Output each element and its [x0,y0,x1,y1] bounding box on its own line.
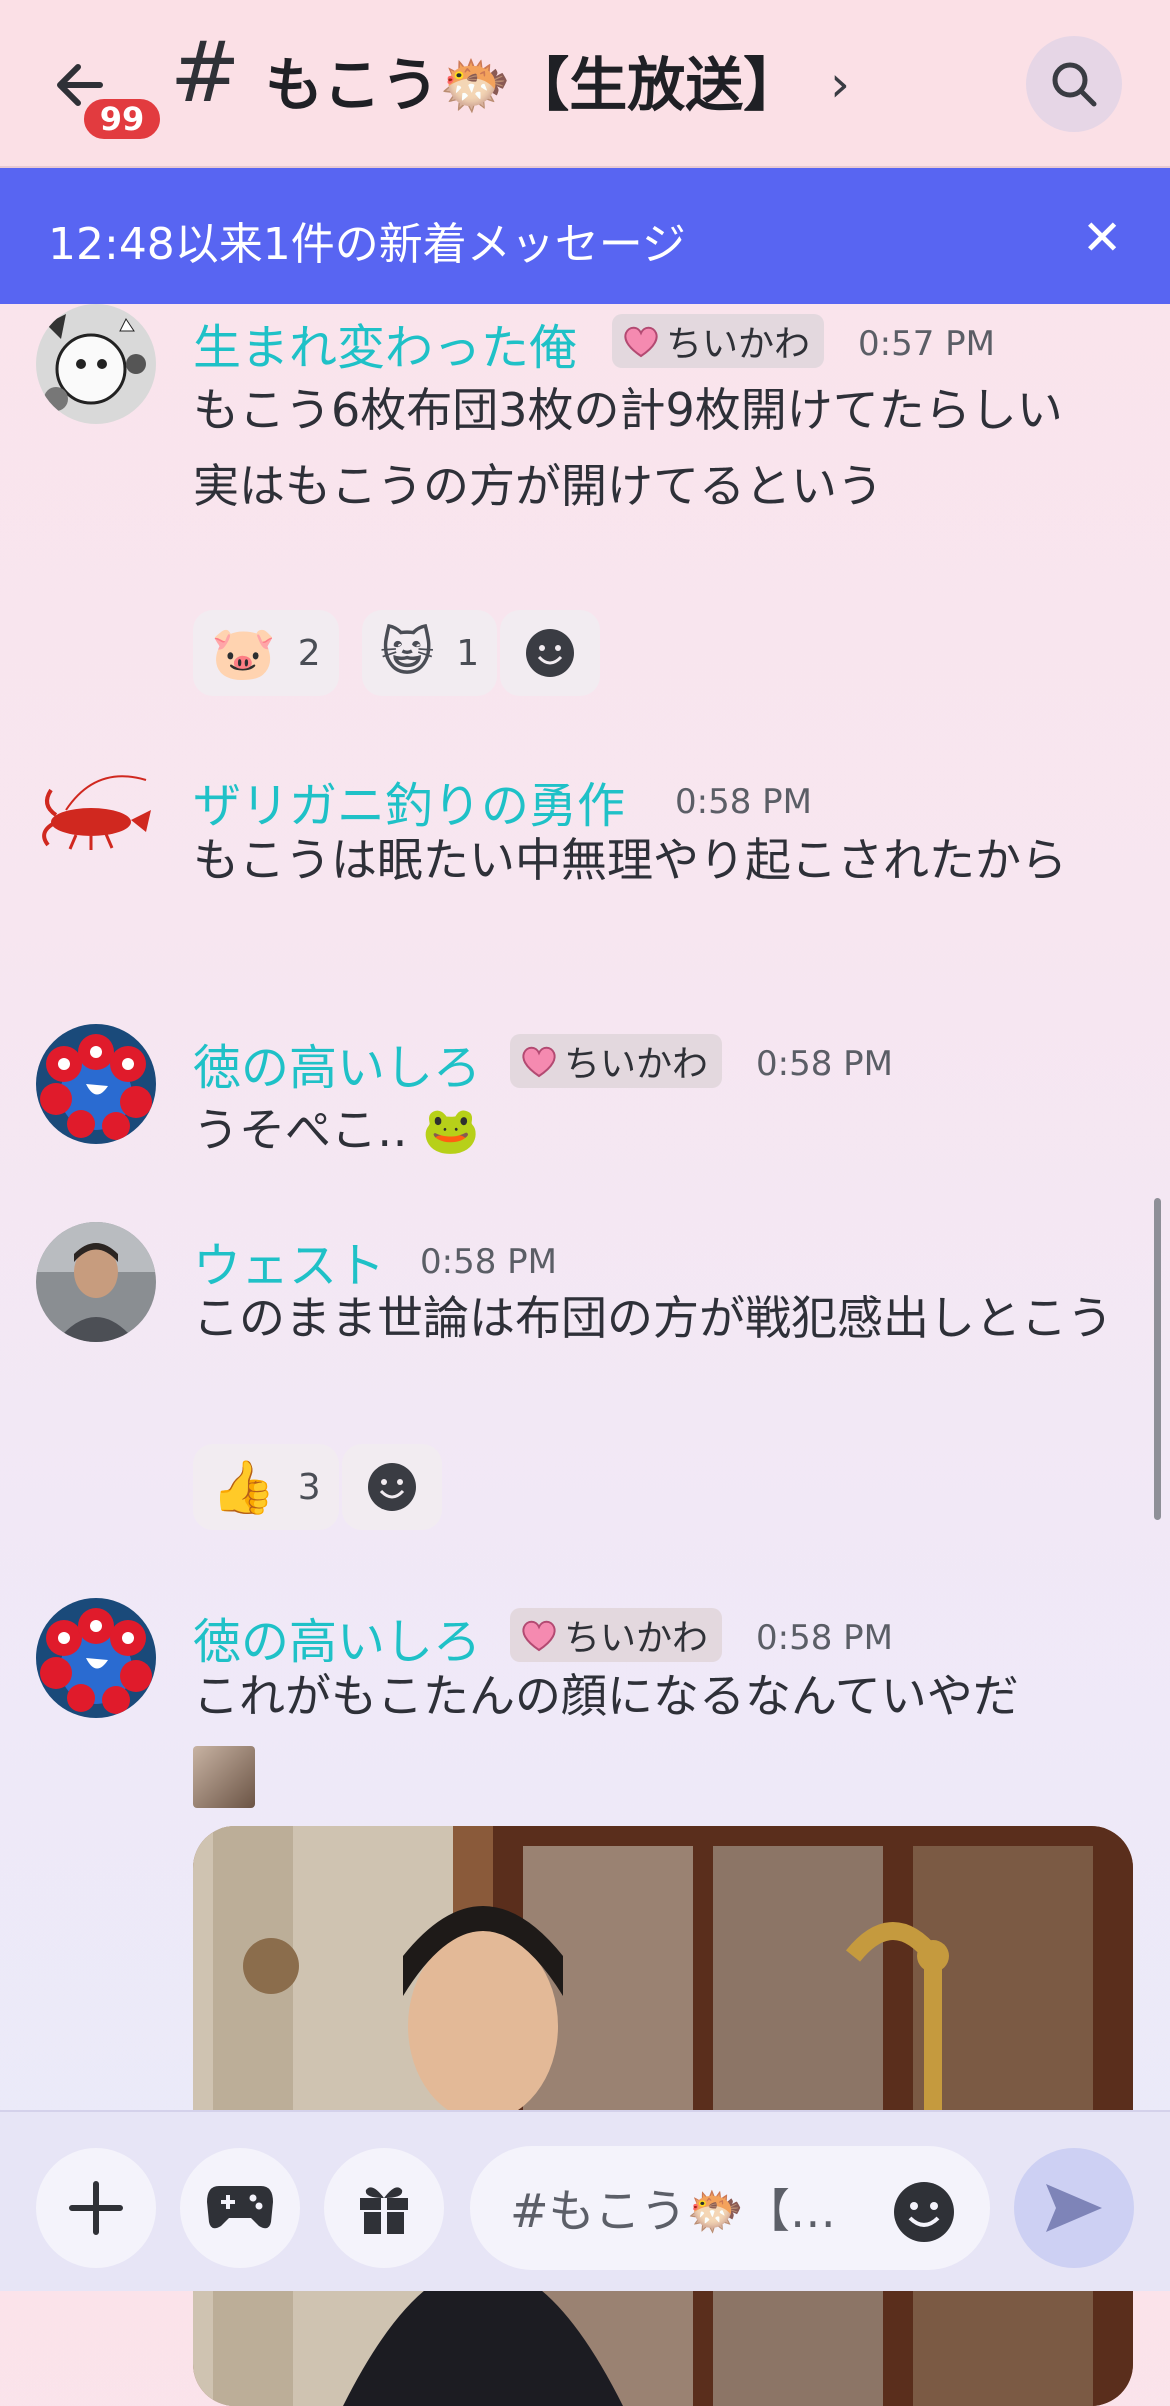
channel-title[interactable]: もこう🐡【生放送】 [265,38,801,122]
close-icon[interactable]: ✕ [1082,210,1122,266]
avatar[interactable] [36,304,156,424]
message-text-body: うそぺこ‥ [193,1103,408,1157]
thumbs-up-emoji-icon: 👍 [211,1457,276,1518]
message-text: もこうは眠たい中無理やり起こされたから [193,833,1067,887]
reaction-pig[interactable]: 🐷 2 [193,610,339,696]
heart-icon [522,1620,556,1652]
chevron-right-icon[interactable]: › [830,55,850,113]
reaction-anime-girl[interactable]: 😺 1 [362,610,498,696]
message-text: もこう6枚布団3枚の計9枚開けてたらしい 実はもこうの方が開けてるという [193,383,1063,513]
avatar[interactable] [36,1222,156,1342]
frog-emoji-icon: 🐸 [422,1103,480,1157]
channel-hash-icon: # [170,23,241,121]
new-messages-text: 12:48以来1件の新着メッセージ [48,219,686,270]
gift-button[interactable] [324,2148,444,2268]
role-label: ちいかわ [666,324,811,365]
timestamp: 0:57 PM [858,324,995,364]
emoji-icon [894,2182,954,2242]
pig-emoji-icon: 🐷 [211,623,276,684]
timestamp: 0:58 PM [756,1044,893,1084]
message-input-placeholder: #もこう🐡【… [510,2184,836,2238]
unread-badge: 99 [80,95,164,143]
heart-icon [522,1046,556,1078]
emoji-icon [368,1463,416,1511]
composer-bar: #もこう🐡【… [0,2110,1170,2291]
avatar[interactable] [36,760,156,880]
reaction-count: 2 [297,632,321,674]
heart-icon [624,326,658,358]
message-text: うそぺこ‥ 🐸 [193,1092,1113,1168]
plus-icon [69,2181,123,2235]
username[interactable]: 生まれ変わった俺 [193,308,577,378]
timestamp: 0:58 PM [420,1242,557,1282]
role-tag[interactable]: ちいかわ [510,1608,723,1662]
add-attachment-button[interactable] [36,2148,156,2268]
add-reaction-button[interactable] [500,610,600,696]
gamepad-icon [207,2186,273,2229]
avatar[interactable] [36,1598,156,1718]
avatar[interactable] [36,1024,156,1144]
timestamp: 0:58 PM [756,1618,893,1658]
gift-icon [360,2187,408,2234]
new-messages-banner[interactable]: 12:48以来1件の新着メッセージ ✕ [0,168,1170,304]
scrollbar[interactable] [1154,1198,1161,1520]
reaction-thumbs-up[interactable]: 👍 3 [193,1444,339,1530]
send-icon [1046,2184,1102,2232]
role-label: ちいかわ [564,1618,709,1659]
inline-image-thumbnail[interactable] [193,1746,255,1808]
search-icon [1052,62,1097,107]
role-tag[interactable]: ちいかわ [510,1034,723,1088]
send-button[interactable] [1014,2148,1134,2268]
emoji-icon [526,629,574,677]
games-button[interactable] [180,2148,300,2268]
message-text: このまま世論は布団の方が戦犯感出しとこう [193,1291,1113,1345]
timestamp: 0:58 PM [675,782,812,822]
role-label: ちいかわ [564,1044,709,1085]
reaction-count: 3 [297,1466,321,1508]
username[interactable]: 徳の高いしろ [193,1028,481,1098]
message-text: これがもこたんの顔になるなんていやだ [193,1669,1019,1723]
reaction-count: 1 [456,632,480,674]
channel-header: 99 # もこう🐡【生放送】 › [0,0,1170,168]
role-tag[interactable]: ちいかわ [612,314,825,368]
add-reaction-button[interactable] [342,1444,442,1530]
emoji-picker-button[interactable] [892,2180,956,2244]
anime-girl-emoji-icon: 😺 [380,623,435,683]
search-button[interactable] [1026,36,1122,132]
